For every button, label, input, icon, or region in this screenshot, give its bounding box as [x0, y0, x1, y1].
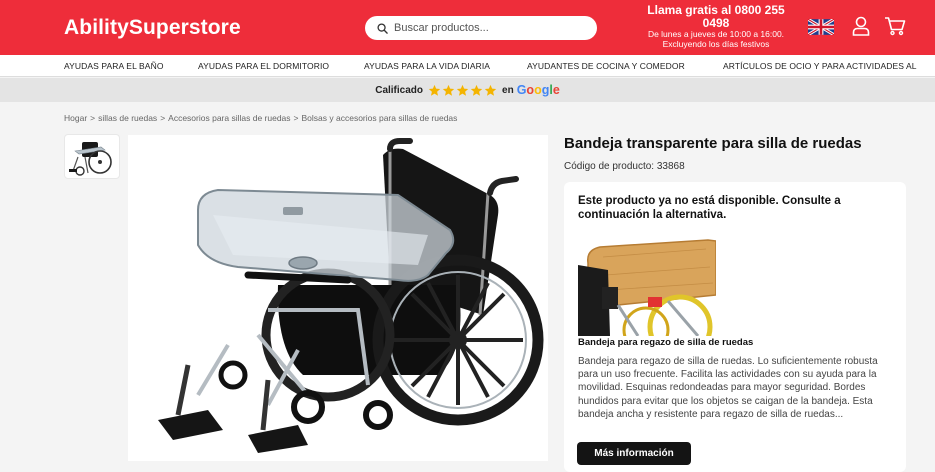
cart-icon[interactable] — [884, 16, 906, 36]
alternative-product-description: Bandeja para regazo de silla de ruedas. … — [578, 356, 878, 420]
alternative-product-card: Este producto ya no está disponible. Con… — [564, 182, 906, 472]
category-nav: AYUDAS PARA EL BAÑO AYUDAS PARA EL DORMI… — [0, 55, 935, 77]
search-icon[interactable] — [377, 22, 388, 34]
product-code: Código de producto: 33868 — [564, 161, 685, 172]
rating-bar: Calificado en Google — [0, 78, 935, 102]
unavailable-notice: Este producto ya no está disponible. Con… — [578, 195, 841, 222]
breadcrumb-bags-accessories[interactable]: Bolsas y accesorios para sillas de rueda… — [302, 113, 458, 123]
promo-holidays: Excluyendo los días festivos — [662, 39, 770, 50]
star-icon — [470, 84, 483, 96]
breadcrumb-wheelchair-accessories[interactable]: Accesorios para sillas de ruedas — [168, 113, 290, 123]
wheelchair-thumbnail-image — [69, 142, 112, 176]
product-main-image[interactable] — [128, 135, 548, 461]
breadcrumb-home[interactable]: Hogar — [64, 113, 87, 123]
nav-item-daily-living[interactable]: AYUDAS PARA LA VIDA DIARIA — [364, 61, 490, 71]
search-input[interactable] — [394, 22, 584, 34]
nav-item-leisure[interactable]: ARTÍCULOS DE OCIO Y PARA ACTIVIDADES AL — [723, 61, 917, 71]
star-icon — [442, 84, 455, 96]
alternative-product-image[interactable] — [578, 235, 717, 360]
site-logo[interactable]: AbilitySuperstore — [64, 16, 241, 40]
nav-item-bedroom[interactable]: AYUDAS PARA EL DORMITORIO — [198, 61, 329, 71]
lap-tray-image — [578, 235, 717, 360]
product-title: Bandeja transparente para silla de rueda… — [564, 135, 862, 152]
product-thumbnail[interactable] — [64, 134, 120, 179]
rating-stars — [428, 84, 497, 97]
uk-flag-icon[interactable] — [808, 19, 834, 35]
google-letter: o — [526, 83, 535, 97]
promo-phone-line1: Llama gratis al 0800 255 — [647, 3, 785, 17]
promo-phone-line2: 0498 — [702, 15, 730, 30]
google-letter: G — [516, 83, 527, 97]
promo-hours: De lunes a jueves de 10:00 a 16:00. — [647, 29, 785, 40]
google-letter: o — [534, 83, 542, 97]
google-letter: e — [552, 83, 560, 97]
free-phone-promo[interactable]: Llama gratis al 0800 255 0498 De lunes a… — [628, 4, 804, 49]
more-info-button[interactable]: Más información — [577, 442, 691, 465]
star-icon — [484, 84, 497, 96]
breadcrumb-wheelchairs[interactable]: sillas de ruedas — [98, 113, 157, 123]
google-logo[interactable]: Google — [517, 83, 560, 97]
breadcrumb: Hogar > sillas de ruedas > Accesorios para s… — [64, 113, 458, 123]
star-icon — [456, 84, 469, 96]
search-bar[interactable] — [365, 16, 597, 40]
site-header: AbilitySuperstore Llama gratis al 0800 2… — [0, 0, 935, 55]
alternative-product-title[interactable]: Bandeja para regazo de silla de ruedas — [578, 337, 753, 348]
user-icon[interactable] — [852, 16, 870, 36]
nav-item-kitchen[interactable]: AYUDANTES DE COCINA Y COMEDOR — [527, 61, 685, 71]
nav-item-bathroom[interactable]: AYUDAS PARA EL BAÑO — [64, 61, 164, 71]
star-icon — [428, 84, 441, 96]
rating-middle: en — [502, 84, 514, 96]
rating-prefix: Calificado — [375, 84, 424, 96]
wheelchair-tray-image — [158, 138, 544, 453]
